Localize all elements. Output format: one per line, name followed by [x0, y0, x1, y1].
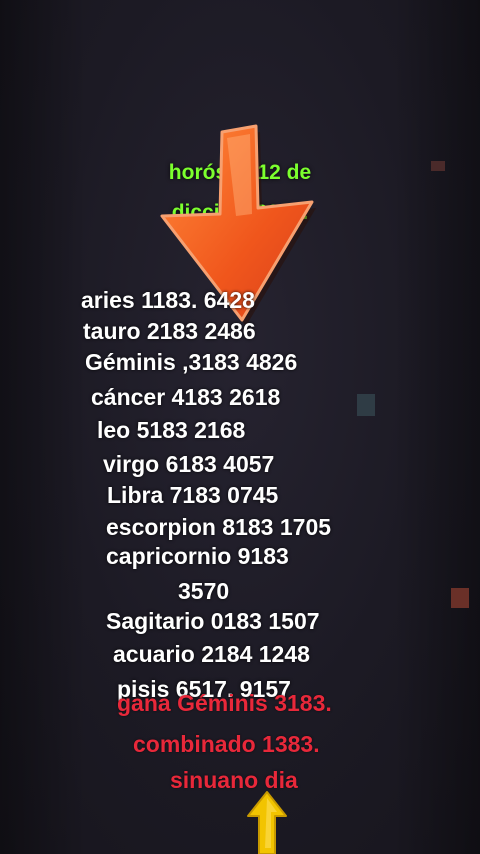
list-item: Libra 7183 0745	[107, 482, 279, 508]
list-item: acuario 2184 1248	[113, 641, 310, 667]
background-square-top	[431, 161, 445, 171]
background-square-left	[357, 394, 375, 416]
list-item: capricornio 9183	[106, 543, 289, 569]
list-item: virgo 6183 4057	[103, 451, 275, 477]
list-item: Géminis ,3183 4826	[85, 349, 298, 375]
list-item: cáncer 4183 2618	[91, 384, 281, 410]
combined-text: combinado 1383.	[133, 731, 320, 757]
list-item: aries 1183. 6428	[81, 287, 255, 313]
list-item: leo 5183 2168	[97, 417, 246, 443]
list-item: tauro 2183 2486	[83, 318, 256, 344]
list-item: 3570	[178, 578, 230, 604]
list-item: Sagitario 0183 1507	[106, 608, 320, 634]
arrow-up-icon	[247, 791, 287, 854]
list-item: escorpion 8183 1705	[106, 514, 332, 540]
background-square-right	[451, 588, 469, 608]
winner-text: gana Géminis 3183.	[117, 690, 332, 716]
